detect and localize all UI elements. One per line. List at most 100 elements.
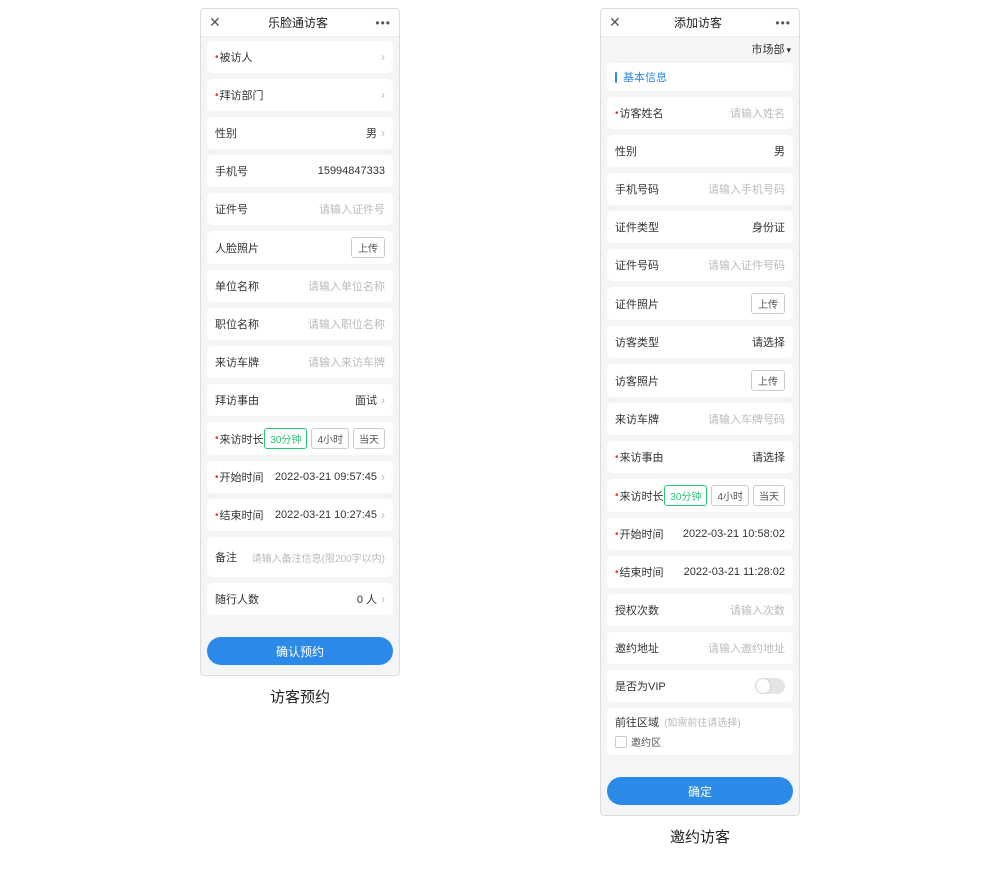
duration-option-today[interactable]: 当天 — [353, 428, 385, 449]
row-visitor-name[interactable]: • 访客姓名 请输入姓名 — [607, 97, 793, 129]
value-reason: 请选择 — [664, 449, 785, 465]
row-visitor-type[interactable]: 访客类型 请选择 — [607, 326, 793, 358]
label-id-type: 证件类型 — [615, 219, 659, 235]
upload-button[interactable]: 上传 — [751, 293, 785, 314]
window-header: ✕ 添加访客 ••• — [601, 9, 799, 37]
row-phone[interactable]: 手机号码 请输入手机号码 — [607, 173, 793, 205]
value-end-time: 2022-03-21 10:27:45 — [264, 509, 377, 521]
label-id-no: 证件号码 — [615, 257, 659, 273]
label-visit-dept: 拜访部门 — [220, 87, 264, 103]
label-visitor-photo: 访客照片 — [615, 373, 659, 389]
row-plate[interactable]: 来访车牌 请输入车牌号码 — [607, 403, 793, 435]
placeholder-invite-address: 请输入邀约地址 — [659, 640, 785, 656]
placeholder-phone: 请输入手机号码 — [659, 181, 785, 197]
duration-option-4h[interactable]: 4小时 — [711, 485, 749, 506]
upload-button[interactable]: 上传 — [751, 370, 785, 391]
required-marker: • — [215, 433, 219, 444]
vip-toggle[interactable] — [755, 678, 785, 694]
label-visitor-type: 访客类型 — [615, 334, 659, 350]
label-plate: 来访车牌 — [615, 411, 659, 427]
label-invite-address: 邀约地址 — [615, 640, 659, 656]
label-end-time: 结束时间 — [620, 564, 664, 580]
row-phone[interactable]: 手机号 15994847333 — [207, 155, 393, 187]
row-reason[interactable]: • 来访事由 请选择 — [607, 441, 793, 473]
section-basic-info: 基本信息 — [607, 63, 793, 91]
label-gender: 性别 — [215, 125, 237, 141]
duration-option-30m[interactable]: 30分钟 — [664, 485, 707, 506]
required-marker: • — [215, 52, 219, 63]
row-start-time[interactable]: • 开始时间 2022-03-21 10:58:02 — [607, 518, 793, 550]
more-icon[interactable]: ••• — [375, 16, 391, 30]
dept-selector[interactable]: 市场部▾ — [601, 37, 799, 57]
row-end-time[interactable]: • 结束时间 2022-03-21 10:27:45 › — [207, 499, 393, 531]
duration-option-30m[interactable]: 30分钟 — [264, 428, 307, 449]
duration-option-4h[interactable]: 4小时 — [311, 428, 349, 449]
row-visit-dept[interactable]: • 拜访部门 › — [207, 79, 393, 111]
row-reason[interactable]: 拜访事由 面试 › — [207, 384, 393, 416]
row-id-no[interactable]: 证件号 请输入证件号 — [207, 193, 393, 225]
chevron-right-icon: › — [381, 393, 385, 407]
value-companions: 0 人 — [259, 591, 377, 607]
row-id-no[interactable]: 证件号码 请输入证件号码 — [607, 249, 793, 281]
label-position: 职位名称 — [215, 316, 259, 332]
label-id-photo: 证件照片 — [615, 296, 659, 312]
confirm-booking-button[interactable]: 确认预约 — [207, 637, 393, 665]
placeholder-id-no: 请输入证件号码 — [659, 257, 785, 273]
more-icon[interactable]: ••• — [775, 16, 791, 30]
upload-button[interactable]: 上传 — [351, 237, 385, 258]
dept-selector-label: 市场部 — [751, 44, 784, 56]
close-icon[interactable]: ✕ — [209, 14, 221, 31]
label-phone: 手机号 — [215, 163, 248, 179]
value-start-time: 2022-03-21 10:58:02 — [664, 528, 785, 540]
placeholder-visitor-name: 请输入姓名 — [664, 105, 785, 121]
duration-option-today[interactable]: 当天 — [753, 485, 785, 506]
close-icon[interactable]: ✕ — [609, 14, 621, 31]
label-area: 前往区域 — [615, 717, 659, 729]
value-reason: 面试 — [259, 392, 377, 408]
required-marker: • — [615, 452, 619, 463]
chevron-right-icon: › — [381, 50, 385, 64]
label-gender: 性别 — [615, 143, 637, 159]
placeholder-plate: 请输入来访车牌 — [259, 354, 385, 370]
label-reason: 来访事由 — [620, 449, 664, 465]
chevron-down-icon: ▾ — [786, 45, 791, 55]
value-end-time: 2022-03-21 11:28:02 — [664, 566, 785, 578]
label-auth-count: 授权次数 — [615, 602, 659, 618]
placeholder-auth-count: 请输入次数 — [659, 602, 785, 618]
row-auth-count[interactable]: 授权次数 请输入次数 — [607, 594, 793, 626]
area-checkbox[interactable] — [615, 736, 627, 748]
row-start-time[interactable]: • 开始时间 2022-03-21 09:57:45 › — [207, 461, 393, 493]
row-invite-address[interactable]: 邀约地址 请输入邀约地址 — [607, 632, 793, 664]
row-plate[interactable]: 来访车牌 请输入来访车牌 — [207, 346, 393, 378]
label-visitor-name: 访客姓名 — [620, 105, 664, 121]
chevron-right-icon: › — [381, 88, 385, 102]
value-id-type: 身份证 — [659, 219, 785, 235]
required-marker: • — [615, 567, 619, 578]
value-visitor-type: 请选择 — [659, 334, 785, 350]
label-phone: 手机号码 — [615, 181, 659, 197]
row-id-type[interactable]: 证件类型 身份证 — [607, 211, 793, 243]
value-phone: 15994847333 — [248, 165, 385, 177]
label-company: 单位名称 — [215, 278, 259, 294]
label-vip: 是否为VIP — [615, 678, 666, 694]
row-visited-person[interactable]: • 被访人 › — [207, 41, 393, 73]
placeholder-remark: 请输入备注信息(限200字以内) — [237, 550, 385, 565]
row-gender[interactable]: 性别 男 › — [207, 117, 393, 149]
row-end-time[interactable]: • 结束时间 2022-03-21 11:28:02 — [607, 556, 793, 588]
row-companions[interactable]: 随行人数 0 人 › — [207, 583, 393, 615]
label-start-time: 开始时间 — [620, 526, 664, 542]
confirm-button[interactable]: 确定 — [607, 777, 793, 805]
placeholder-id-no: 请输入证件号 — [248, 201, 385, 217]
row-position[interactable]: 职位名称 请输入职位名称 — [207, 308, 393, 340]
required-marker: • — [615, 490, 619, 501]
hint-area: (如需前往请选择) — [664, 718, 741, 729]
page-title: 乐脸通访客 — [221, 14, 376, 31]
required-marker: • — [215, 472, 219, 483]
row-company[interactable]: 单位名称 请输入单位名称 — [207, 270, 393, 302]
label-duration: 来访时长 — [220, 431, 264, 447]
row-remark[interactable]: 备注 请输入备注信息(限200字以内) — [207, 537, 393, 577]
label-plate: 来访车牌 — [215, 354, 259, 370]
required-marker: • — [615, 529, 619, 540]
required-marker: • — [215, 90, 219, 101]
row-gender[interactable]: 性别 男 — [607, 135, 793, 167]
